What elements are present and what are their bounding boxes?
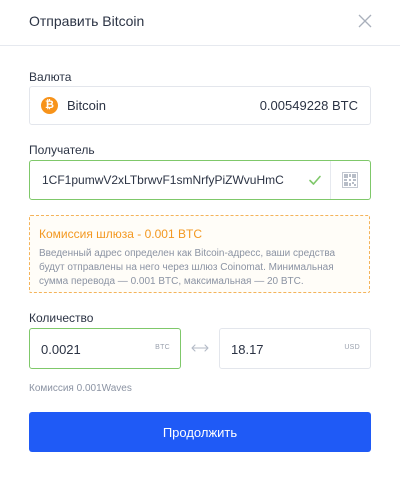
currency-name: Bitcoin bbox=[67, 98, 107, 113]
currency-select[interactable]: ₿ Bitcoin 0.00549228 BTC bbox=[29, 86, 371, 125]
close-icon[interactable] bbox=[357, 13, 373, 29]
gateway-fee-notice: Комиссия шлюза - 0.001 BTC Введенный адр… bbox=[29, 215, 370, 293]
continue-button[interactable]: Продолжить bbox=[29, 412, 371, 452]
recipient-address-input[interactable] bbox=[31, 162, 311, 198]
currency-label: Валюта bbox=[29, 70, 72, 84]
bitcoin-icon: ₿ bbox=[41, 97, 58, 114]
fiat-unit: USD bbox=[344, 344, 360, 351]
recipient-field bbox=[29, 160, 371, 200]
recipient-label: Получатель bbox=[29, 143, 95, 157]
qr-code-icon[interactable] bbox=[342, 172, 358, 188]
currency-balance: 0.00549228 BTC bbox=[259, 98, 358, 113]
divider bbox=[330, 161, 331, 199]
crypto-amount-input[interactable] bbox=[31, 330, 141, 368]
dialog-title: Отправить Bitcoin bbox=[29, 13, 145, 29]
amount-label: Количество bbox=[29, 311, 94, 325]
swap-arrows-icon bbox=[191, 344, 209, 352]
dialog-header: Отправить Bitcoin bbox=[0, 0, 400, 46]
notice-text: Введенный адрес определен как Bitcoin-ад… bbox=[39, 248, 336, 287]
notice-title: Комиссия шлюза - 0.001 BTC bbox=[39, 227, 202, 241]
check-icon bbox=[309, 175, 321, 185]
fiat-amount-field: USD bbox=[219, 328, 371, 369]
crypto-unit: BTC bbox=[155, 344, 170, 351]
fiat-amount-input[interactable] bbox=[221, 330, 331, 368]
crypto-amount-field: BTC bbox=[29, 328, 181, 369]
network-fee: Комиссия 0.001Waves bbox=[29, 383, 132, 394]
